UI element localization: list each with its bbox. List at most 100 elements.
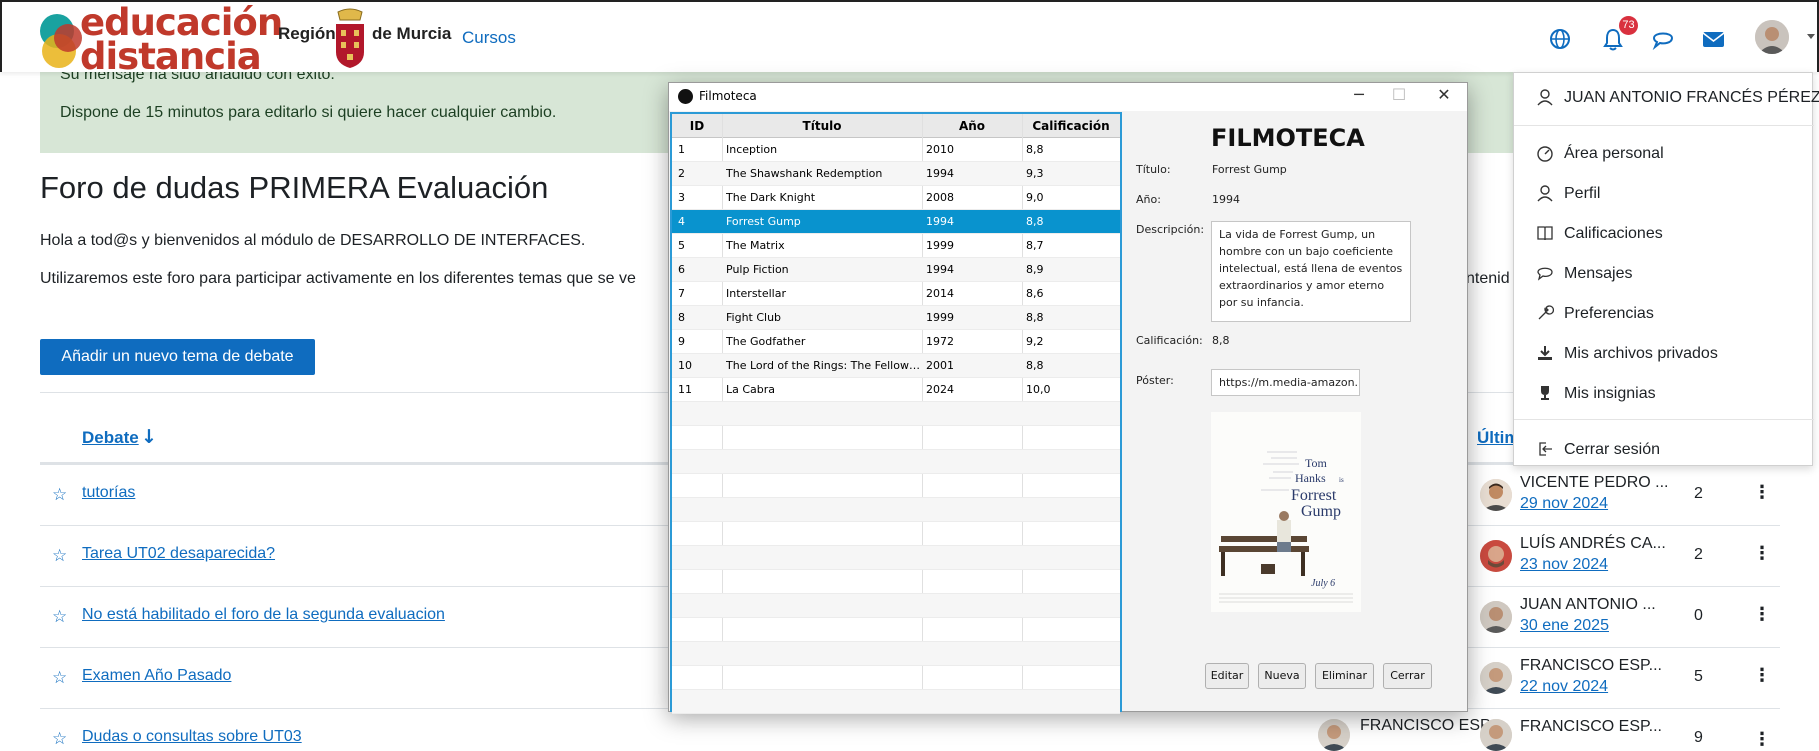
column-header-rating[interactable]: Calificación xyxy=(1022,114,1120,138)
film-row[interactable]: 3 The Dark Knight 2008 9,0 xyxy=(672,186,1120,210)
film-row[interactable]: 1 Inception 2010 8,8 xyxy=(672,138,1120,162)
sort-by-debate-header[interactable]: Debate xyxy=(82,428,139,448)
last-post-date[interactable]: 22 nov 2024 xyxy=(1520,678,1608,696)
menu-item-logout[interactable]: Cerrar sesión xyxy=(1514,435,1814,467)
last-post-date[interactable]: 30 ene 2025 xyxy=(1520,617,1609,635)
menu-item-mensajes[interactable]: Mensajes xyxy=(1514,259,1814,291)
empty-row[interactable] xyxy=(672,570,1120,594)
user-avatar[interactable] xyxy=(1755,20,1789,54)
more-actions-icon[interactable]: ⋮ xyxy=(1753,482,1771,503)
empty-row[interactable] xyxy=(672,450,1120,474)
film-title: The Dark Knight xyxy=(726,191,816,204)
film-row[interactable]: 6 Pulp Fiction 1994 8,9 xyxy=(672,258,1120,282)
reply-count: 0 xyxy=(1694,607,1703,624)
star-icon[interactable]: ☆ xyxy=(52,485,67,505)
empty-row[interactable] xyxy=(672,426,1120,450)
last-post-date[interactable]: 29 nov 2024 xyxy=(1520,495,1608,513)
avatar[interactable] xyxy=(1480,662,1512,694)
forum-intro-1: Hola a tod@s y bienvenidos al módulo de … xyxy=(40,232,586,249)
film-title: Forrest Gump xyxy=(726,215,801,228)
menu-user-name[interactable]: JUAN ANTONIO FRANCÉS PÉREZ xyxy=(1514,83,1819,115)
discussion-link[interactable]: Dudas o consultas sobre UT03 xyxy=(82,728,302,746)
film-row[interactable]: 10 The Lord of the Rings: The Fellows... 2… xyxy=(672,354,1120,378)
film-row[interactable]: 11 La Cabra 2024 10,0 xyxy=(672,378,1120,402)
empty-row[interactable] xyxy=(672,402,1120,426)
discussion-link[interactable]: Examen Año Pasado xyxy=(82,667,231,685)
more-actions-icon[interactable]: ⋮ xyxy=(1753,729,1771,750)
close-icon[interactable]: ✕ xyxy=(1424,85,1464,104)
reply-count: 2 xyxy=(1694,546,1703,563)
empty-row[interactable] xyxy=(672,546,1120,570)
star-icon[interactable]: ☆ xyxy=(52,546,67,566)
empty-row[interactable] xyxy=(672,666,1120,690)
avatar[interactable] xyxy=(1480,719,1512,751)
empty-row[interactable] xyxy=(672,618,1120,642)
globe-icon[interactable] xyxy=(1547,26,1573,52)
film-row[interactable]: 7 Interstellar 2014 8,6 xyxy=(672,282,1120,306)
last-post-date[interactable]: 23 nov 2024 xyxy=(1520,556,1608,574)
sort-arrow-down-icon[interactable]: ↓ xyxy=(141,426,157,448)
avatar[interactable] xyxy=(1318,719,1350,751)
mail-icon[interactable] xyxy=(1700,26,1726,52)
empty-row[interactable] xyxy=(672,498,1120,522)
empty-row[interactable] xyxy=(672,474,1120,498)
empty-row[interactable] xyxy=(672,690,1120,714)
films-table[interactable]: ID Título Año Calificación 1 Inception 201… xyxy=(670,112,1122,714)
menu-item-calificaciones[interactable]: Calificaciones xyxy=(1514,219,1814,251)
menu-item-area-personal[interactable]: Área personal xyxy=(1514,139,1814,171)
film-row[interactable]: 4 Forrest Gump 1994 8,8 xyxy=(672,210,1120,234)
delete-button[interactable]: Eliminar xyxy=(1315,663,1374,689)
discussion-link[interactable]: No está habilitado el foro de la segunda… xyxy=(82,606,445,624)
film-id: 7 xyxy=(678,287,685,300)
avatar[interactable] xyxy=(1480,479,1512,511)
discussion-link[interactable]: Tarea UT02 desaparecida? xyxy=(82,545,275,563)
close-button[interactable]: Cerrar xyxy=(1383,663,1432,689)
edit-button[interactable]: Editar xyxy=(1205,663,1249,689)
menu-item-insignias[interactable]: Mis insignias xyxy=(1514,379,1814,411)
film-row[interactable]: 5 The Matrix 1999 8,7 xyxy=(672,234,1120,258)
film-row[interactable]: 9 The Godfather 1972 9,2 xyxy=(672,330,1120,354)
poster-url-field[interactable]: https://m.media-amazon. xyxy=(1211,369,1360,396)
new-button[interactable]: Nueva xyxy=(1258,663,1306,689)
column-header-year[interactable]: Año xyxy=(922,114,1022,138)
menu-item-preferencias[interactable]: Preferencias xyxy=(1514,299,1814,331)
star-icon[interactable]: ☆ xyxy=(52,668,67,688)
film-year: 1999 xyxy=(926,311,954,324)
film-year: 2010 xyxy=(926,143,954,156)
menu-item-perfil[interactable]: Perfil xyxy=(1514,179,1814,211)
star-icon[interactable]: ☆ xyxy=(52,607,67,627)
description-text[interactable]: La vida de Forrest Gump, un hombre con u… xyxy=(1211,221,1411,322)
empty-row[interactable] xyxy=(672,522,1120,546)
more-actions-icon[interactable]: ⋮ xyxy=(1753,604,1771,625)
chat-icon[interactable] xyxy=(1650,26,1676,52)
empty-row[interactable] xyxy=(672,594,1120,618)
film-year: 2001 xyxy=(926,359,954,372)
star-icon[interactable]: ☆ xyxy=(52,729,67,749)
site-logo[interactable]: educación distancia xyxy=(40,4,283,75)
column-header-title[interactable]: Título xyxy=(722,114,922,138)
chat-icon xyxy=(1536,264,1554,282)
menu-item-archivos[interactable]: Mis archivos privados xyxy=(1514,339,1814,371)
film-id: 2 xyxy=(678,167,685,180)
film-row[interactable]: 2 The Shawshank Redemption 1994 9,3 xyxy=(672,162,1120,186)
year-value: 1994 xyxy=(1212,193,1240,206)
user-menu-caret-icon[interactable] xyxy=(1807,34,1815,39)
column-header-id[interactable]: ID xyxy=(672,114,722,138)
empty-row[interactable] xyxy=(672,642,1120,666)
film-row[interactable]: 8 Fight Club 1999 8,8 xyxy=(672,306,1120,330)
nav-link-cursos[interactable]: Cursos xyxy=(462,28,516,48)
maximize-icon[interactable]: ☐ xyxy=(1379,85,1419,104)
film-year: 1994 xyxy=(926,167,954,180)
add-topic-button[interactable]: Añadir un nuevo tema de debate xyxy=(40,339,315,375)
more-actions-icon[interactable]: ⋮ xyxy=(1753,543,1771,564)
user-dropdown-menu: JUAN ANTONIO FRANCÉS PÉREZ Área personal… xyxy=(1513,72,1819,467)
user-icon xyxy=(1536,184,1554,202)
more-actions-icon[interactable]: ⋮ xyxy=(1753,665,1771,686)
avatar[interactable] xyxy=(1480,540,1512,572)
window-titlebar[interactable]: Filmoteca ─ ☐ ✕ xyxy=(669,83,1467,111)
film-id: 9 xyxy=(678,335,685,348)
film-title: Inception xyxy=(726,143,778,156)
avatar[interactable] xyxy=(1480,601,1512,633)
discussion-link[interactable]: tutorías xyxy=(82,484,135,502)
minimize-icon[interactable]: ─ xyxy=(1339,85,1379,104)
